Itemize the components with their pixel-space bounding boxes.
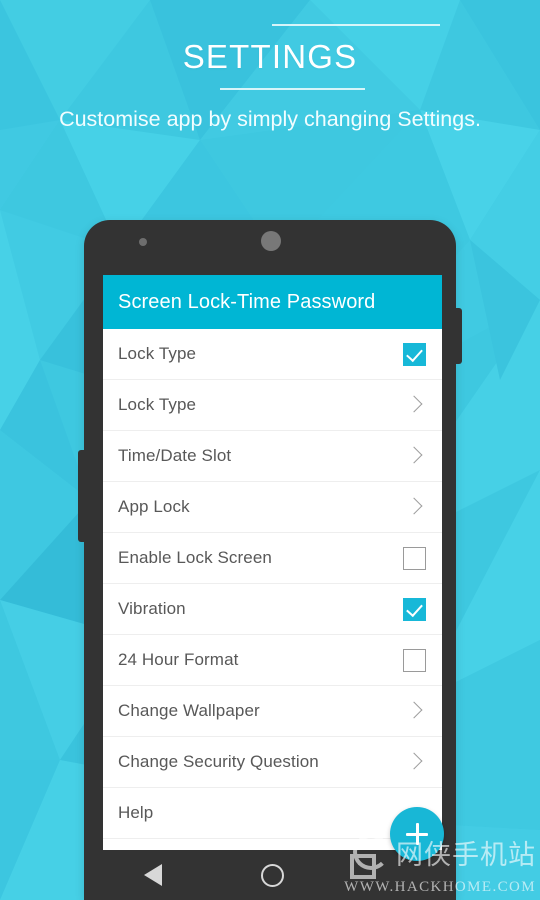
back-triangle-icon[interactable]: [143, 864, 162, 886]
settings-row-label: Vibration: [118, 599, 186, 618]
checkbox-checked-icon[interactable]: [403, 597, 426, 621]
add-floating-action-button[interactable]: [390, 807, 444, 861]
screenshot-root: SETTINGS Customise app by simply changin…: [0, 0, 540, 900]
settings-row-label: Lock Type: [118, 395, 197, 414]
volume-rocker-button[interactable]: [78, 450, 85, 542]
settings-row[interactable]: Lock Type: [103, 329, 442, 380]
settings-row-label: Change Security Question: [118, 752, 319, 771]
phone-mockup: Screen Lock-Time Password Lock Type Lock …: [78, 220, 462, 900]
chevron-right-icon[interactable]: [404, 445, 426, 467]
settings-row-label: 24 Hour Format: [118, 650, 239, 669]
settings-row-label: Help: [118, 803, 154, 822]
title-rule-top: [272, 24, 440, 26]
earpiece-speaker-icon: [261, 231, 281, 251]
chevron-right-icon[interactable]: [404, 700, 426, 722]
title-rule-bottom: [220, 87, 365, 90]
settings-list[interactable]: Lock Type Lock Type Time/Date Slot App Lock…: [103, 329, 442, 839]
settings-row[interactable]: Change Wallpaper: [103, 686, 442, 737]
promo-subtitle: Customise app by simply changing Setting…: [59, 106, 481, 131]
promo-header: SETTINGS Customise app by simply changin…: [0, 0, 540, 134]
chevron-right-icon[interactable]: [404, 394, 426, 416]
settings-row[interactable]: Lock Type: [103, 380, 442, 431]
app-screen: Screen Lock-Time Password Lock Type Lock …: [103, 275, 442, 850]
settings-row-label: Lock Type: [118, 344, 197, 363]
settings-row[interactable]: App Lock: [103, 482, 442, 533]
settings-row-label: Time/Date Slot: [118, 446, 232, 465]
checkbox-unchecked-icon[interactable]: [403, 648, 426, 672]
settings-row[interactable]: Vibration: [103, 584, 442, 635]
android-nav-bar: [84, 850, 456, 900]
settings-row[interactable]: Change Security Question: [103, 737, 442, 788]
home-circle-icon[interactable]: [261, 863, 285, 887]
settings-row-label: App Lock: [118, 497, 190, 516]
sensor-dot-icon: [139, 238, 147, 246]
app-bar: Screen Lock-Time Password: [103, 275, 442, 329]
chevron-right-icon[interactable]: [404, 496, 426, 518]
settings-row-label: Enable Lock Screen: [118, 548, 272, 567]
settings-row[interactable]: Enable Lock Screen: [103, 533, 442, 584]
settings-row-label: Change Wallpaper: [118, 701, 260, 720]
chevron-right-icon[interactable]: [404, 751, 426, 773]
checkbox-checked-icon[interactable]: [403, 342, 426, 366]
page-title: SETTINGS: [182, 38, 358, 75]
power-button[interactable]: [455, 308, 462, 364]
checkbox-unchecked-icon[interactable]: [403, 546, 426, 570]
app-bar-title: Screen Lock-Time Password: [118, 290, 376, 313]
settings-row[interactable]: Time/Date Slot: [103, 431, 442, 482]
settings-row[interactable]: 24 Hour Format: [103, 635, 442, 686]
